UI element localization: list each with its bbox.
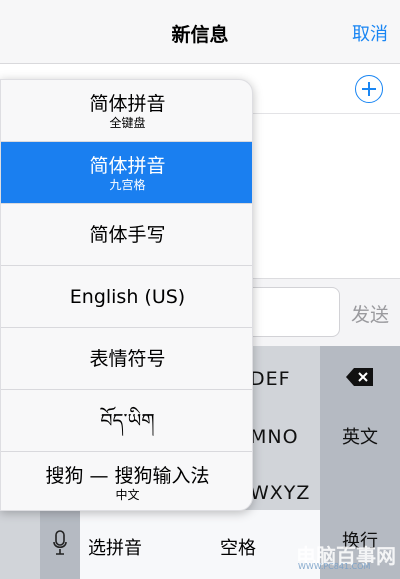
input-method-name: 搜狗 — 搜狗输入法 [45,465,210,487]
cancel-button[interactable]: 取消 [352,20,388,46]
key-wxyz[interactable]: WXYZ [250,482,320,504]
send-button[interactable]: 发送 [340,279,400,347]
input-method-name: 表情符号 [89,347,166,370]
watermark: 电脑百事网 WWW.PC841.COM [288,532,400,579]
space-key[interactable]: 空格 [220,534,256,560]
input-method-name: English (US) [69,285,186,308]
microphone-key[interactable] [40,510,80,579]
input-method-sub: 中文 [115,488,140,502]
watermark-url: WWW.PC841.COM [298,562,371,571]
backspace-icon [345,367,375,387]
key-def[interactable]: DEF [250,368,320,390]
input-method-item[interactable]: 简体手写 [1,204,252,266]
input-method-item[interactable]: English (US) [1,266,252,328]
input-method-item-selected[interactable]: 简体拼音 九宫格 [1,142,252,204]
input-method-name: 简体手写 [89,223,166,246]
key-mno[interactable]: MNO [250,426,320,448]
input-method-item[interactable]: 简体拼音 全键盘 [1,80,252,142]
input-method-name: 简体拼音 [89,154,166,177]
microphone-icon [53,529,67,560]
delete-key[interactable] [320,346,400,408]
input-method-sub: 全键盘 [109,115,146,130]
keyboard-bottom-row: 选拼音 空格 [40,510,320,579]
input-method-item[interactable]: བོད་ཡིག [1,390,252,452]
input-method-sub: 九宫格 [109,177,146,192]
input-method-name: བོད་ཡིག [100,409,155,432]
navigation-bar: 新信息 取消 [0,0,400,64]
input-method-item[interactable]: 表情符号 [1,328,252,390]
switch-english-key[interactable]: 英文 [320,408,400,464]
pick-pinyin-key[interactable]: 选拼音 [88,534,142,560]
input-method-name: 简体拼音 [89,92,166,115]
input-method-menu: 简体拼音 全键盘 简体拼音 九宫格 简体手写 English (US) 表情符号… [0,79,253,511]
input-method-item[interactable]: 搜狗 — 搜狗输入法 中文 [1,452,252,510]
page-title: 新信息 [171,24,229,46]
add-contact-button[interactable] [355,75,383,103]
